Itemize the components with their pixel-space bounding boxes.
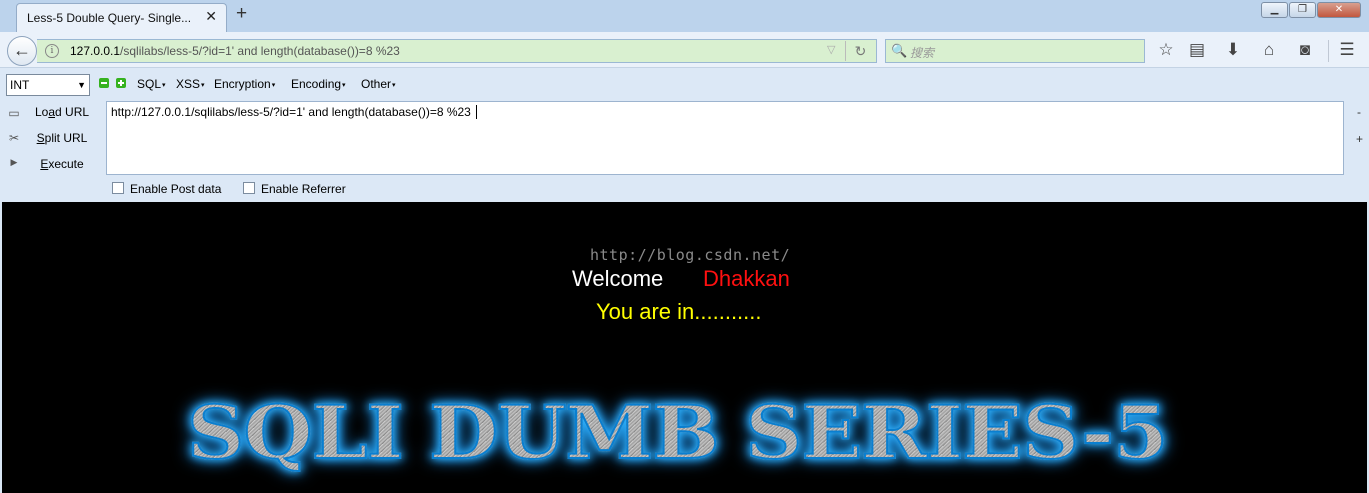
url-host: 127.0.0.1: [70, 44, 121, 58]
watermark-text: http://blog.csdn.net/: [590, 246, 791, 264]
menu-encoding[interactable]: Encoding▾: [291, 77, 346, 91]
menu-other[interactable]: Other▾: [361, 77, 396, 91]
menu-encryption[interactable]: Encryption▾: [214, 77, 275, 91]
caret-icon: ▾: [201, 82, 205, 89]
home-icon[interactable]: ⌂: [1257, 40, 1281, 60]
chevron-down-icon: ▼: [77, 80, 86, 90]
search-input[interactable]: 🔍 搜索: [885, 39, 1145, 63]
execute-button[interactable]: Execute: [24, 157, 100, 171]
execute-icon: ▶: [10, 157, 18, 167]
user-name-text: Dhakkan: [703, 266, 790, 291]
expand-textarea-button[interactable]: +: [1356, 132, 1363, 146]
caret-icon: ▾: [162, 82, 166, 89]
tab-close-icon[interactable]: ✕: [205, 8, 217, 25]
text-cursor: [476, 105, 477, 119]
navigation-bar: i 127.0.0.1/sqlilabs/less-5/?id=1' and l…: [0, 32, 1369, 68]
tab-strip: Less-5 Double Query- Single... ✕ + ▁ ❐ ✕: [0, 0, 1369, 32]
download-icon[interactable]: ⬇: [1221, 40, 1245, 60]
menu-encoding-label: Encoding: [291, 77, 342, 91]
search-placeholder: 搜索: [910, 46, 935, 60]
caret-icon: ▾: [392, 82, 396, 89]
button-accesskey: S: [36, 131, 45, 145]
button-label-part: xecute: [48, 157, 84, 171]
hackbar-url-value: http://127.0.0.1/sqlilabs/less-5/?id=1' …: [111, 105, 471, 119]
reload-icon[interactable]: ↻: [845, 41, 875, 61]
bookmark-star-icon[interactable]: ☆: [1154, 40, 1178, 60]
enable-post-data-label[interactable]: Enable Post data: [130, 182, 221, 196]
status-message: You are in...........: [596, 299, 762, 324]
button-accesskey: a: [48, 105, 56, 119]
new-tab-button[interactable]: +: [236, 3, 247, 25]
query-type-value: INT: [10, 78, 30, 92]
tab-title: Less-5 Double Query- Single...: [27, 11, 192, 25]
pocket-icon[interactable]: ◙: [1293, 40, 1317, 60]
menu-sql[interactable]: SQL▾: [137, 77, 166, 91]
enable-referrer-label[interactable]: Enable Referrer: [261, 182, 346, 196]
query-type-select[interactable]: INT ▼: [6, 74, 90, 96]
browser-tab[interactable]: Less-5 Double Query- Single... ✕: [16, 3, 227, 32]
welcome-text: Welcome: [572, 266, 664, 291]
url-text[interactable]: 127.0.0.1/sqlilabs/less-5/?id=1' and len…: [70, 44, 400, 58]
menu-xss[interactable]: XSS▾: [176, 77, 205, 91]
shrink-textarea-button[interactable]: -: [1357, 105, 1361, 119]
sqli-dumb-series-banner: SQLI DUMB SERIES-5: [186, 389, 1170, 477]
search-icon: 🔍: [891, 43, 908, 58]
back-button[interactable]: ←: [7, 36, 37, 66]
split-url-icon: ✂: [8, 131, 20, 145]
button-label-part: Lo: [34, 105, 49, 119]
menu-xss-label: XSS: [176, 77, 201, 91]
caret-icon: ▾: [271, 82, 276, 89]
enable-referrer-checkbox[interactable]: [243, 182, 255, 194]
url-history-dropdown-icon[interactable]: ▽: [827, 43, 835, 56]
hackbar-url-textarea[interactable]: http://127.0.0.1/sqlilabs/less-5/?id=1' …: [106, 101, 1344, 175]
url-bar[interactable]: i 127.0.0.1/sqlilabs/less-5/?id=1' and l…: [37, 39, 877, 63]
split-url-button[interactable]: Split URL: [24, 131, 100, 145]
restore-button[interactable]: ❐: [1289, 2, 1316, 18]
minimize-button[interactable]: ▁: [1261, 2, 1288, 18]
button-label-part: plit URL: [44, 131, 88, 145]
hamburger-menu-icon[interactable]: ☰: [1335, 40, 1359, 60]
button-label-part: d URL: [55, 105, 90, 119]
toolbar-divider: [1328, 40, 1329, 62]
enable-post-data-checkbox[interactable]: [112, 182, 124, 194]
hackbar-panel: INT ▼ SQL▾ XSS▾ Encryption▾ Encoding▾ Ot…: [0, 68, 1369, 202]
caret-icon: ▾: [342, 82, 346, 89]
increase-icon[interactable]: [116, 78, 126, 88]
menu-other-label: Other: [361, 77, 392, 91]
load-url-button[interactable]: Load URL: [24, 105, 100, 119]
site-info-icon[interactable]: i: [45, 44, 59, 58]
window-close-button[interactable]: ✕: [1317, 2, 1361, 18]
page-content: http://blog.csdn.net/ Welcome Dhakkan Yo…: [2, 202, 1367, 493]
url-path: /sqlilabs/less-5/?id=1' and length(datab…: [120, 44, 400, 58]
menu-encryption-label: Encryption: [214, 77, 271, 91]
window-controls: ▁ ❐ ✕: [1261, 2, 1361, 18]
load-url-icon: ▭: [8, 106, 20, 120]
reading-list-icon[interactable]: ▤: [1185, 40, 1209, 60]
decrease-icon[interactable]: [99, 78, 109, 88]
menu-sql-label: SQL: [137, 77, 162, 91]
